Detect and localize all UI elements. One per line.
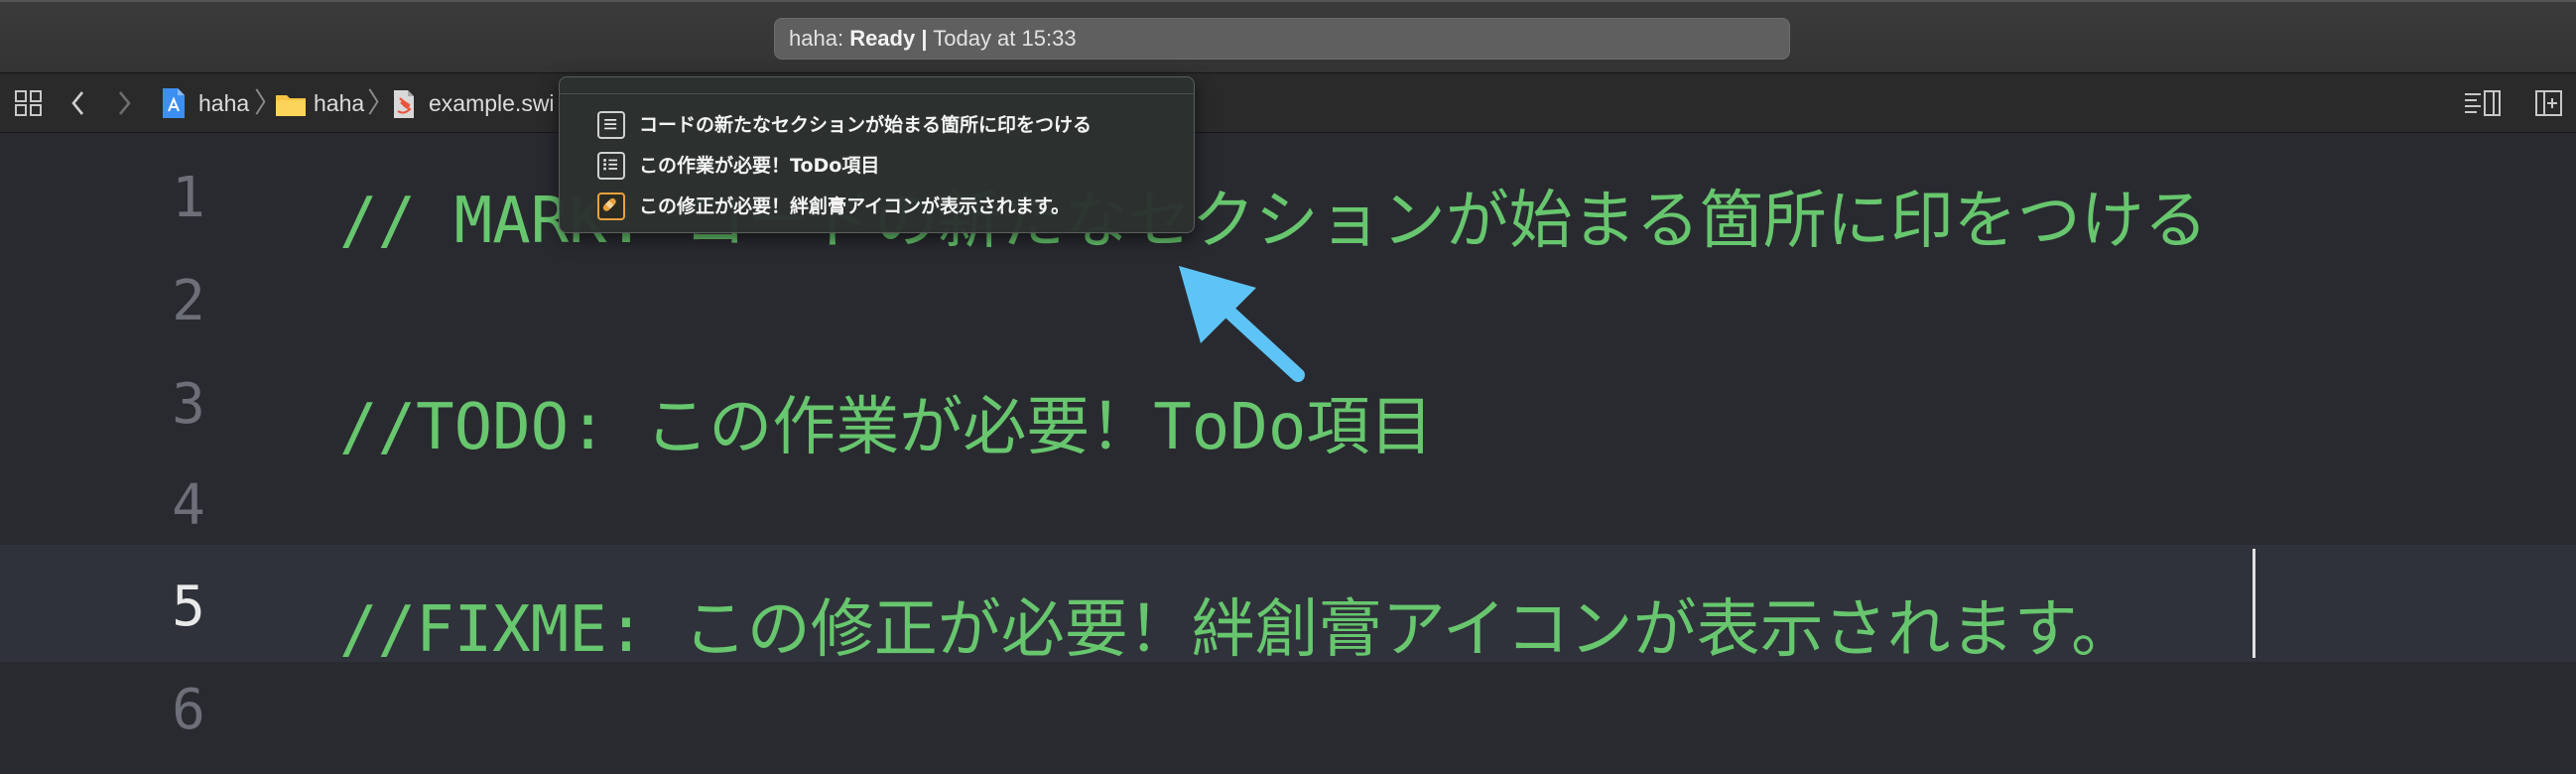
breadcrumb-project[interactable]: haha bbox=[198, 73, 249, 133]
popover-item-label: コードの新たなセクションが始まる箇所に印をつける bbox=[639, 114, 1093, 136]
status-project: haha: bbox=[789, 26, 844, 51]
text-cursor bbox=[2253, 549, 2255, 658]
annotation-arrow-icon bbox=[1179, 266, 1305, 382]
project-file-icon bbox=[163, 88, 185, 118]
status-ready: Ready bbox=[849, 26, 916, 51]
breadcrumb-separator: 〉 bbox=[367, 87, 396, 118]
mark-section-icon bbox=[597, 111, 625, 139]
code-line-todo[interactable]: //TODO: この作業が必要！ToDo項目 bbox=[339, 376, 1433, 467]
line-number-current: 5 bbox=[172, 575, 205, 639]
add-editor-icon[interactable] bbox=[2534, 89, 2564, 117]
code-line-fixme[interactable]: //FIXME: この修正が必要！絆創膏アイコンが表示されます。 bbox=[339, 579, 2134, 670]
line-number: 2 bbox=[172, 269, 205, 333]
bandage-icon bbox=[597, 193, 625, 220]
line-number: 4 bbox=[172, 473, 205, 538]
title-bar: haha: Ready | Today at 15:33 bbox=[0, 0, 2576, 73]
forward-chevron-icon[interactable] bbox=[115, 89, 133, 117]
popover-item-todo[interactable]: この作業が必要！ToDo項目 bbox=[597, 150, 1183, 182]
source-editor[interactable]: 1 2 3 4 5 6 // MARK: コードの新たなセクションが始まる箇所に… bbox=[0, 134, 2576, 774]
activity-status: haha: Ready | Today at 15:33 bbox=[774, 18, 1790, 60]
folder-icon bbox=[276, 95, 306, 116]
back-chevron-icon[interactable] bbox=[69, 89, 87, 117]
line-number: 3 bbox=[172, 372, 205, 437]
line-number: 1 bbox=[172, 166, 205, 230]
status-time: Today at 15:33 bbox=[933, 26, 1077, 51]
swift-file-icon bbox=[394, 90, 414, 118]
document-items-popover: コードの新たなセクションが始まる箇所に印をつける この作業が必要！ToDo項目 … bbox=[559, 76, 1195, 233]
popover-item-label: この修正が必要！絆創膏アイコンが表示されます。 bbox=[639, 195, 1071, 217]
editor-options-icon[interactable] bbox=[2463, 89, 2503, 117]
popover-item-mark[interactable]: コードの新たなセクションが始まる箇所に印をつける bbox=[597, 109, 1183, 141]
status-separator: | bbox=[921, 26, 928, 51]
breadcrumb-file[interactable]: example.swi bbox=[429, 73, 555, 133]
popover-divider bbox=[560, 93, 1194, 94]
jump-bar: haha 〉 haha 〉 example.swi bbox=[0, 73, 2576, 133]
popover-item-fixme[interactable]: この修正が必要！絆創膏アイコンが表示されます。 bbox=[597, 191, 1183, 222]
line-number: 6 bbox=[172, 678, 205, 742]
popover-item-label: この作業が必要！ToDo項目 bbox=[639, 155, 880, 177]
related-items-grid-icon[interactable] bbox=[14, 89, 44, 117]
todo-list-icon bbox=[597, 152, 625, 180]
breadcrumb-group[interactable]: haha bbox=[314, 73, 364, 133]
